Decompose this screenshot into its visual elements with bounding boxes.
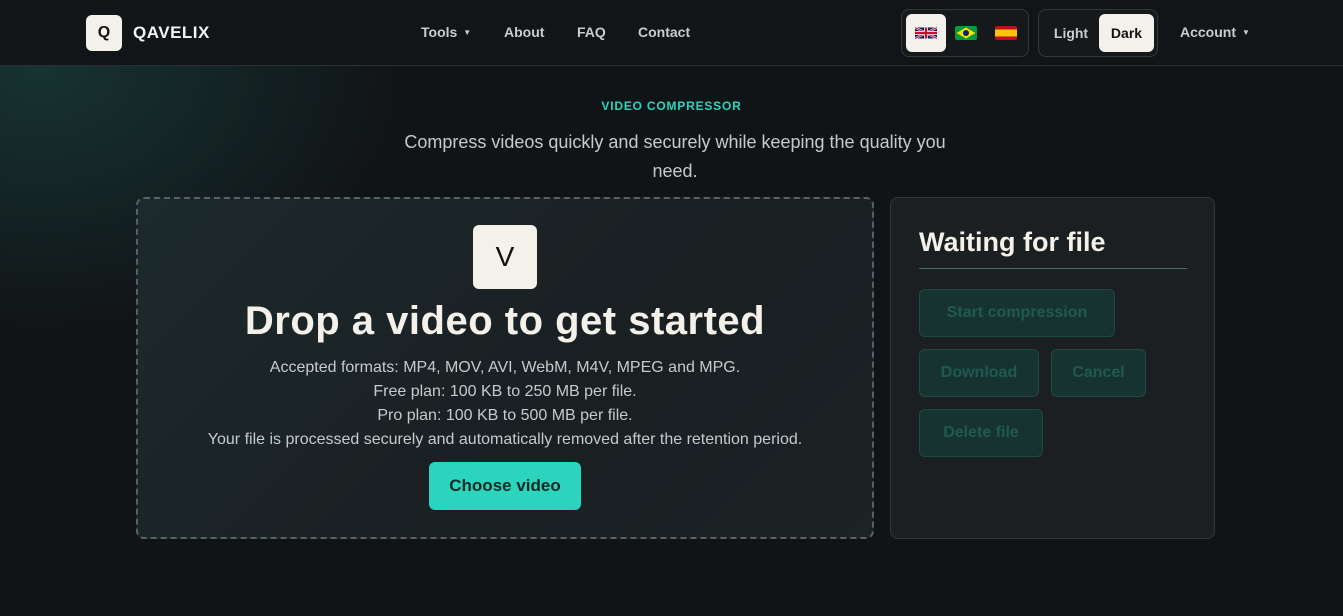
nav-account-label: Account — [1180, 24, 1236, 40]
dropzone-title: Drop a video to get started — [244, 299, 766, 343]
lang-es-button[interactable] — [986, 14, 1026, 52]
nav-tools-label: Tools — [421, 24, 458, 40]
dropzone-info: Accepted formats: MP4, MOV, AVI, WebM, M… — [138, 356, 872, 452]
video-icon: V — [473, 225, 537, 289]
caret-down-icon: ▼ — [1242, 28, 1250, 37]
nav-account[interactable]: Account ▼ — [1180, 24, 1250, 40]
theme-switcher: Light Dark — [1038, 9, 1158, 57]
caret-down-icon: ▼ — [463, 28, 472, 37]
cancel-button[interactable]: Cancel — [1051, 349, 1146, 397]
panel-divider — [919, 268, 1187, 269]
panel-title: Waiting for file — [919, 227, 1106, 257]
start-compression-button[interactable]: Start compression — [919, 289, 1115, 337]
status-panel: Waiting for file Start compression Downl… — [890, 197, 1215, 539]
nav-about[interactable]: About — [504, 24, 544, 40]
pro-plan-text: Pro plan: 100 KB to 500 MB per file. — [377, 407, 633, 424]
lang-pt-button[interactable] — [946, 14, 986, 52]
nav-faq[interactable]: FAQ — [577, 24, 606, 40]
spain-flag-icon — [995, 26, 1017, 40]
brand-name[interactable]: QAVELIX — [133, 23, 210, 43]
nav-tools[interactable]: Tools ▼ — [421, 24, 471, 40]
retention-text: Your file is processed securely and auto… — [207, 431, 803, 448]
language-switcher — [901, 9, 1029, 57]
uk-flag-icon — [915, 26, 937, 40]
brazil-flag-icon — [955, 26, 977, 40]
lang-en-button[interactable] — [906, 14, 946, 52]
accepted-formats-text: Accepted formats: MP4, MOV, AVI, WebM, M… — [269, 359, 741, 376]
section-eyebrow: VIDEO COMPRESSOR — [601, 99, 742, 113]
video-dropzone[interactable]: V Drop a video to get started Accepted f… — [136, 197, 874, 539]
delete-file-button[interactable]: Delete file — [919, 409, 1043, 457]
logo-icon[interactable]: Q — [86, 15, 122, 51]
nav-contact[interactable]: Contact — [638, 24, 690, 40]
top-header: Q QAVELIX Tools ▼ About FAQ Contact Ligh… — [0, 0, 1343, 66]
page-subtitle: Compress videos quickly and securely whi… — [404, 132, 946, 181]
theme-dark-button[interactable]: Dark — [1099, 14, 1154, 52]
download-button[interactable]: Download — [919, 349, 1039, 397]
choose-video-button[interactable]: Choose video — [429, 462, 581, 510]
theme-light-button[interactable]: Light — [1047, 14, 1095, 52]
free-plan-text: Free plan: 100 KB to 250 MB per file. — [373, 383, 637, 400]
